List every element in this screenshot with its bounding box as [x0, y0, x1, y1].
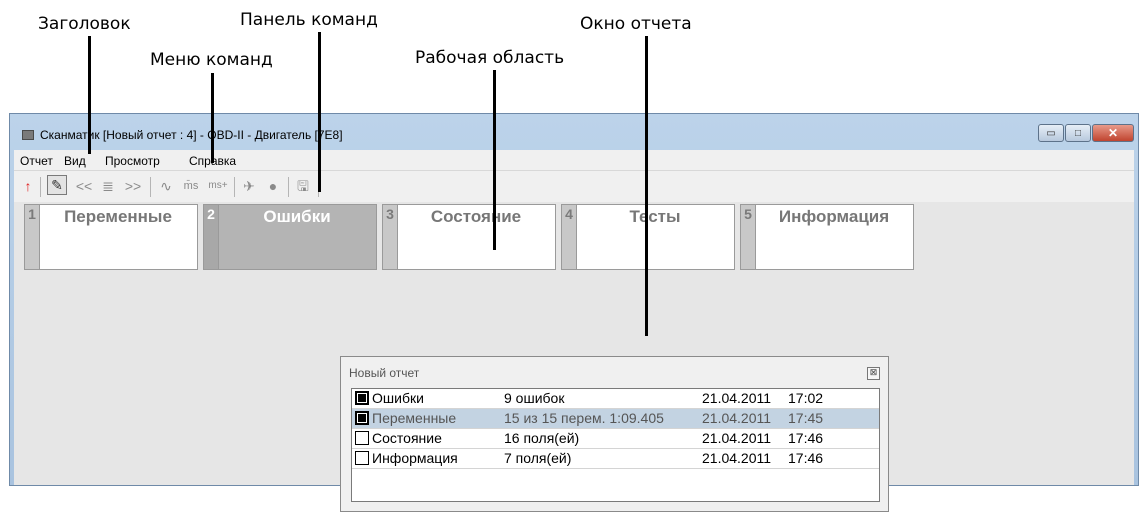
annotation-workspace: Рабочая область: [415, 48, 565, 68]
plane-icon[interactable]: ✈: [240, 177, 258, 195]
toolbar-separator: [150, 177, 151, 197]
workspace: 1 Переменные 2 Ошибки 3 Состояние 4 Тест…: [14, 202, 1134, 512]
tab-label: Ошибки: [263, 207, 331, 226]
row-checkbox[interactable]: [355, 451, 369, 465]
prev-icon[interactable]: <<: [74, 177, 94, 195]
row-time: 17:46: [788, 450, 824, 466]
report-close-icon[interactable]: ⊠: [867, 367, 880, 380]
tab-number: 4: [562, 205, 577, 269]
toolbar: ↑ ✎ << ≣ >> ∿ m̄s ms+ ✈ ● 🖫: [14, 171, 1134, 201]
pointer-title: [88, 36, 91, 154]
tab-label: Тесты: [629, 207, 681, 226]
tab-number: 1: [25, 205, 40, 269]
tab-label: Состояние: [430, 207, 522, 226]
edit-icon[interactable]: ✎: [47, 175, 67, 195]
pointer-toolbar: [318, 32, 321, 192]
row-date: 21.04.2011: [702, 390, 772, 406]
annotation-title: Заголовок: [38, 14, 131, 34]
row-time: 17:45: [788, 410, 824, 426]
tab-number: 3: [383, 205, 398, 269]
back-arrow-icon[interactable]: ↑: [22, 177, 34, 195]
annotation-toolbar: Панель команд: [240, 10, 378, 30]
row-name: Состояние: [372, 430, 442, 446]
app-icon: [22, 130, 34, 140]
close-button[interactable]: ✕: [1092, 124, 1134, 142]
next-icon[interactable]: >>: [122, 177, 144, 195]
tab-label: Переменные: [64, 207, 172, 226]
tab-number: 2: [204, 205, 219, 269]
tab-variables[interactable]: 1 Переменные: [24, 204, 198, 270]
menu-preview[interactable]: Просмотр: [105, 154, 160, 168]
pointer-report-window: [645, 36, 648, 336]
list-icon[interactable]: ≣: [100, 177, 116, 195]
tab-errors[interactable]: 2 Ошибки: [203, 204, 377, 270]
row-info: 9 ошибок: [504, 390, 565, 406]
wave-icon[interactable]: ∿: [158, 177, 174, 195]
pointer-workspace: [493, 70, 496, 250]
ms-plus-icon[interactable]: ms+: [206, 177, 230, 195]
row-checkbox[interactable]: [355, 391, 369, 405]
maximize-button[interactable]: □: [1065, 124, 1091, 142]
tab-state[interactable]: 3 Состояние: [382, 204, 556, 270]
menu-view[interactable]: Вид: [64, 154, 86, 168]
annotation-report-window: Окно отчета: [580, 14, 692, 34]
annotation-menu: Меню команд: [150, 50, 273, 70]
client-area: Отчет Вид Просмотр Справка ↑ ✎ << ≣ >> ∿…: [14, 150, 1134, 512]
row-info: 15 из 15 перем. 1:09.405: [504, 410, 664, 426]
report-window: Новый отчет ⊠ Ошибки 9 ошибок 21.04.2011…: [340, 356, 889, 512]
ms-minus-icon[interactable]: m̄s: [180, 177, 202, 195]
window-title: Сканматик [Новый отчет : 4] - OBD-II - Д…: [40, 128, 343, 142]
menu-report[interactable]: Отчет: [20, 154, 53, 168]
row-checkbox[interactable]: [355, 431, 369, 445]
app-window: Сканматик [Новый отчет : 4] - OBD-II - Д…: [9, 113, 1139, 512]
row-info: 7 поля(ей): [504, 450, 572, 466]
window-controls: ▭ □ ✕: [1037, 124, 1134, 142]
row-info: 16 поля(ей): [504, 430, 580, 446]
record-icon[interactable]: ●: [266, 177, 280, 195]
tab-tests[interactable]: 4 Тесты: [561, 204, 735, 270]
row-name: Информация: [372, 450, 458, 466]
row-checkbox[interactable]: [355, 411, 369, 425]
pointer-menu: [211, 73, 214, 163]
row-time: 17:02: [788, 390, 824, 406]
row-date: 21.04.2011: [702, 430, 772, 446]
title-bar: Сканматик [Новый отчет : 4] - OBD-II - Д…: [10, 114, 1138, 150]
row-name: Ошибки: [372, 390, 424, 406]
minimize-button[interactable]: ▭: [1038, 124, 1064, 142]
report-row[interactable]: Состояние 16 поля(ей) 21.04.2011 17:46: [352, 429, 879, 449]
toolbar-separator: [234, 177, 235, 197]
toolbar-separator: [40, 177, 41, 197]
tab-number: 5: [741, 205, 756, 269]
toolbar-separator: [288, 177, 289, 197]
menu-bar: Отчет Вид Просмотр Справка: [14, 150, 1134, 171]
report-row[interactable]: Информация 7 поля(ей) 21.04.2011 17:46: [352, 449, 879, 469]
tab-label: Информация: [778, 207, 890, 226]
tab-information[interactable]: 5 Информация: [740, 204, 914, 270]
report-row[interactable]: Переменные 15 из 15 перем. 1:09.405 21.0…: [352, 409, 879, 429]
save-icon[interactable]: 🖫: [294, 177, 312, 195]
row-date: 21.04.2011: [702, 450, 772, 466]
report-row[interactable]: Ошибки 9 ошибок 21.04.2011 17:02: [352, 389, 879, 409]
report-list: Ошибки 9 ошибок 21.04.2011 17:02 Перемен…: [351, 388, 880, 502]
row-name: Переменные: [372, 410, 457, 426]
report-title: Новый отчет: [349, 366, 420, 380]
row-date: 21.04.2011: [702, 410, 772, 426]
row-time: 17:46: [788, 430, 824, 446]
